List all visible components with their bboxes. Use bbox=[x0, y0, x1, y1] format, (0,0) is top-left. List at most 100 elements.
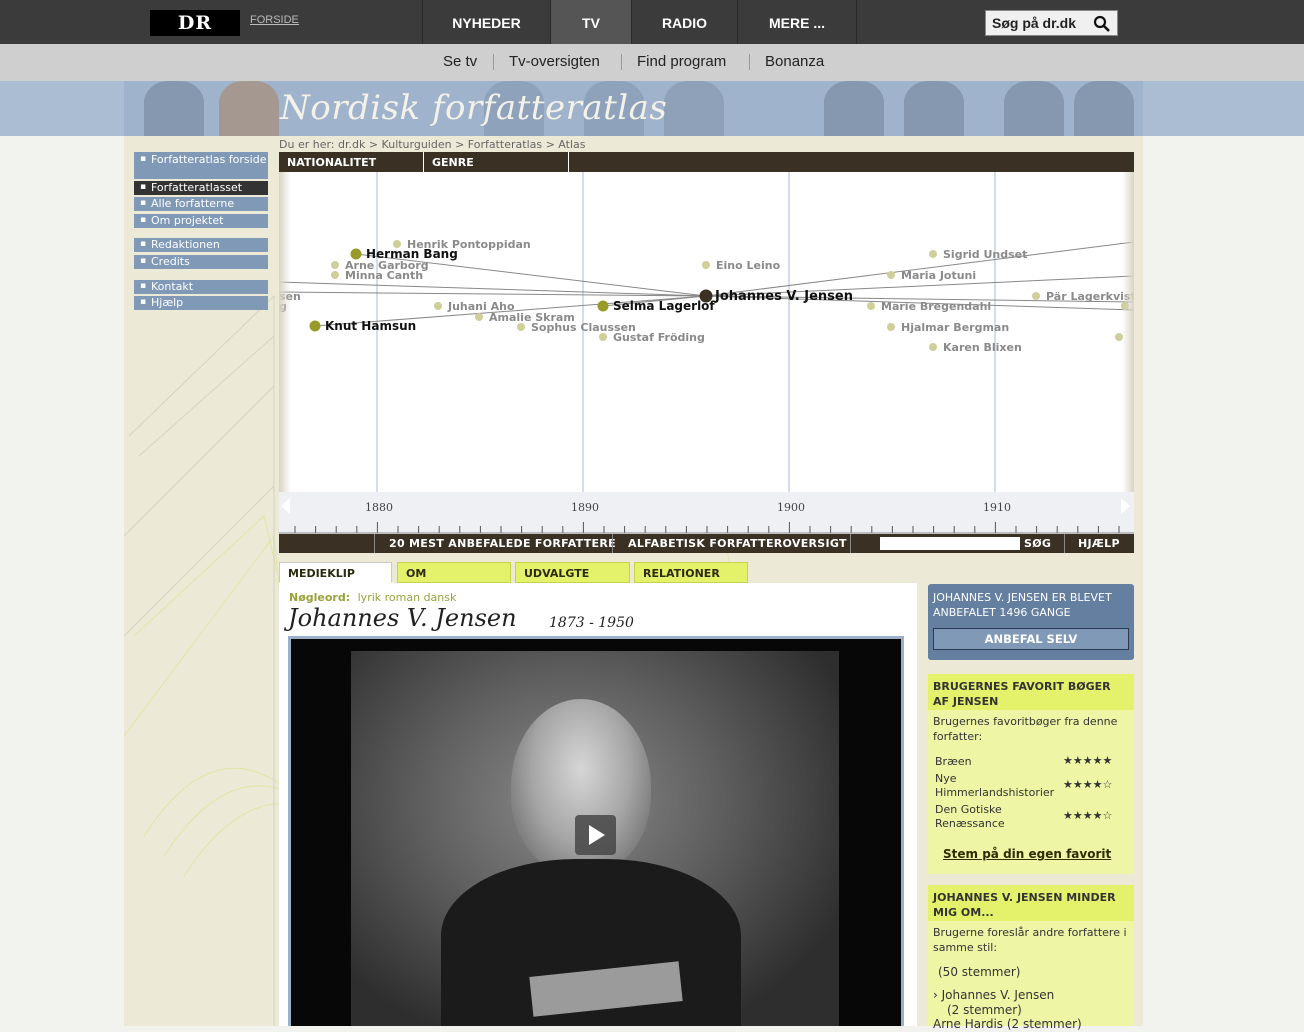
leftnav-kontakt[interactable]: Kontakt bbox=[134, 280, 268, 294]
breadcrumb: Du er her: dr.dk > Kulturguiden > Forfat… bbox=[279, 138, 586, 151]
author-label[interactable]: Pär Lagerkvist bbox=[1046, 290, 1134, 303]
timeline-year-label: 1890 bbox=[571, 501, 599, 514]
top20-authors-link[interactable]: 20 MEST ANBEFALEDE FORFATTERE bbox=[389, 534, 616, 553]
favorite-book-title[interactable]: Bræen bbox=[935, 755, 972, 769]
tab-relationer[interactable]: RELATIONER bbox=[634, 562, 748, 583]
author-point[interactable]: Sigrid Undset bbox=[929, 248, 1027, 261]
subnav-separator bbox=[493, 54, 494, 70]
leftnav-redaktionen[interactable]: Redaktionen bbox=[134, 238, 268, 252]
tab-udvalgte-boger[interactable]: UDVALGTE BØGER bbox=[515, 562, 630, 602]
tab-tv[interactable]: TV bbox=[550, 0, 631, 44]
play-button[interactable] bbox=[575, 815, 616, 855]
similar-author-name: Arne Hardis bbox=[933, 1017, 1004, 1031]
subnav-bonanza[interactable]: Bonanza bbox=[765, 44, 824, 81]
author-point[interactable]: Eino Leino bbox=[702, 259, 781, 272]
author-points: Henrik PontoppidanHerman BangArne Garbor… bbox=[279, 238, 1134, 354]
forside-link[interactable]: FORSIDE bbox=[250, 14, 299, 26]
dr-logo[interactable]: DR bbox=[150, 10, 240, 36]
author-marker[interactable] bbox=[309, 320, 321, 332]
author-marker[interactable] bbox=[887, 271, 895, 279]
author-marker[interactable] bbox=[434, 302, 442, 310]
author-label[interactable]: Johannes V. Jensen bbox=[714, 289, 853, 304]
author-label[interactable]: Selma Lagerlöf bbox=[613, 299, 715, 313]
author-point[interactable]: Hjalmar Bergman bbox=[887, 321, 1009, 334]
author-label[interactable]: Hjalmar Bergman bbox=[901, 321, 1009, 334]
leftnav-om-projektet[interactable]: Om projektet bbox=[134, 214, 268, 228]
banner-portrait bbox=[1074, 81, 1134, 136]
similar-author-item[interactable]: › Johannes V. Jensen bbox=[933, 988, 1054, 1003]
leftnav-hjaelp[interactable]: Hjælp bbox=[134, 296, 268, 310]
author-label[interactable]: Eino Leino bbox=[716, 259, 781, 272]
author-marker[interactable] bbox=[599, 333, 607, 341]
author-marker[interactable] bbox=[597, 300, 609, 312]
author-point[interactable]: Pär Lagerkvist bbox=[1032, 290, 1134, 303]
author-label[interactable]: Gustaf Fröding bbox=[613, 331, 705, 344]
author-label[interactable]: Marie Bregendahl bbox=[881, 300, 991, 313]
author-marker[interactable] bbox=[867, 302, 875, 310]
atlas-tab-nationalitet[interactable]: NATIONALITET bbox=[279, 152, 424, 172]
leftnav-credits[interactable]: Credits bbox=[134, 255, 268, 269]
author-label[interactable]: Sigrid Undset bbox=[943, 248, 1027, 261]
tab-nyheder[interactable]: NYHEDER bbox=[422, 0, 550, 44]
tab-radio[interactable]: RADIO bbox=[631, 0, 737, 44]
atlas-help-link[interactable]: HJÆLP bbox=[1078, 534, 1120, 553]
atlas-search-input[interactable] bbox=[880, 537, 1020, 550]
author-marker[interactable] bbox=[475, 313, 483, 321]
tab-mere[interactable]: MERE ... bbox=[737, 0, 857, 44]
author-point[interactable]: Selma Lagerlöf bbox=[597, 299, 716, 313]
similar-author-votes: (2 stemmer) bbox=[1006, 1017, 1082, 1031]
search-icon[interactable] bbox=[1093, 15, 1111, 33]
leftnav-forfatteratlasset[interactable]: Forfatteratlasset bbox=[134, 181, 268, 195]
author-label[interactable]: Karen Blixen bbox=[943, 341, 1022, 354]
timeline-scrubber[interactable]: 1880 1890 1900 1910 bbox=[279, 492, 1134, 534]
favorite-book-title[interactable]: Den Gotiske Renæssance bbox=[935, 803, 1055, 831]
favorite-book-title[interactable]: Nye Himmerlandshistorier bbox=[935, 772, 1063, 800]
timeline-year-label: 1910 bbox=[983, 501, 1011, 514]
timeline-year-label: 1900 bbox=[777, 501, 805, 514]
atlas-tab-genre[interactable]: GENRE bbox=[424, 152, 569, 172]
author-label[interactable]: Minna Canth bbox=[345, 269, 423, 282]
author-point[interactable]: Knut Hamsun bbox=[309, 319, 417, 333]
author-marker[interactable] bbox=[331, 271, 339, 279]
author-point[interactable]: Maria Jotuni bbox=[887, 269, 976, 282]
leftnav-forfatteratlas-forside[interactable]: Forfatteratlas forside bbox=[134, 152, 268, 179]
atlas-left-shadow bbox=[279, 172, 291, 492]
author-marker[interactable] bbox=[887, 323, 895, 331]
author-marker[interactable] bbox=[699, 289, 713, 303]
author-marker[interactable] bbox=[929, 250, 937, 258]
alphabetical-overview-link[interactable]: ALFABETISK FORFATTEROVERSIGT bbox=[628, 534, 847, 553]
rating-stars-icon: ★★★★☆ bbox=[1063, 809, 1113, 822]
vote-own-favorite-link[interactable]: Stem på din egen favorit bbox=[943, 847, 1111, 861]
author-atlas-map[interactable]: Henrik Pontoppidan Herman Bang Arne Garbor… bbox=[279, 172, 1134, 492]
tab-medieklip[interactable]: MEDIEKLIP bbox=[279, 562, 392, 583]
banner-portrait bbox=[219, 81, 279, 136]
author-marker[interactable] bbox=[702, 261, 710, 269]
author-label[interactable]: Knut Hamsun bbox=[325, 319, 416, 333]
author-point[interactable]: Karen Blixen bbox=[929, 341, 1022, 354]
author-marker[interactable] bbox=[517, 323, 525, 331]
recommend-button[interactable]: ANBEFAL SELV bbox=[933, 628, 1129, 650]
search-input[interactable]: Søg på dr.dk bbox=[985, 10, 1118, 36]
timeline-scroll-left-arrow-icon[interactable] bbox=[281, 498, 290, 514]
banner-portrait bbox=[144, 81, 204, 136]
author-marker[interactable] bbox=[1032, 292, 1040, 300]
subnav-find-program[interactable]: Find program bbox=[637, 44, 726, 81]
author-marker[interactable] bbox=[331, 261, 339, 269]
author-point[interactable]: Johannes V. Jensen bbox=[699, 289, 853, 304]
author-label[interactable]: Maria Jotuni bbox=[901, 269, 976, 282]
author-point[interactable]: Marie Bregendahl bbox=[867, 300, 991, 313]
timeline-scroll-right-arrow-icon[interactable] bbox=[1121, 498, 1130, 514]
leftnav-alle-forfatterne[interactable]: Alle forfatterne bbox=[134, 197, 268, 211]
author-marker[interactable] bbox=[929, 343, 937, 351]
author-point[interactable]: Minna Canth bbox=[331, 269, 423, 282]
author-point[interactable]: Gustaf Fröding bbox=[599, 331, 705, 344]
subnav-tv-oversigten[interactable]: Tv-oversigten bbox=[509, 44, 600, 81]
subnav-separator bbox=[749, 54, 750, 70]
author-marker[interactable] bbox=[350, 248, 362, 260]
footer-separator bbox=[374, 534, 375, 553]
subnav-se-tv[interactable]: Se tv bbox=[443, 44, 477, 81]
atlas-search-button[interactable]: SØG bbox=[1024, 534, 1051, 553]
tab-om-forfatteren[interactable]: OM FORFATTEREN bbox=[397, 562, 511, 602]
similar-author-item[interactable]: Arne Hardis (2 stemmer) bbox=[933, 1017, 1082, 1032]
reminds-me-of-intro: Brugerne foreslår andre forfattere i sam… bbox=[933, 926, 1127, 954]
